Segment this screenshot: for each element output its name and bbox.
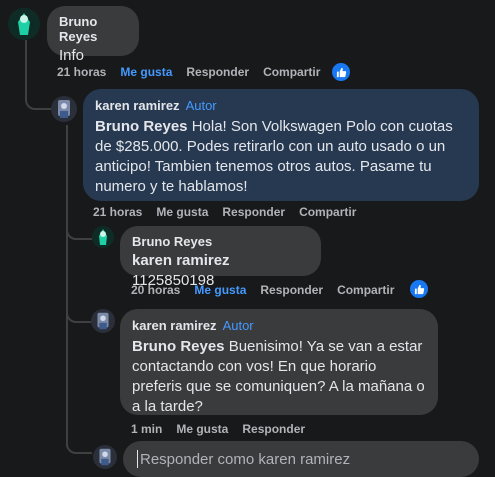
comment-author[interactable]: karen ramirez: [95, 98, 180, 113]
comment-actions: 21 horas Me gusta Responder Compartir: [93, 205, 356, 219]
reply-button[interactable]: Responder: [186, 65, 249, 79]
reply-button[interactable]: Responder: [260, 283, 323, 297]
like-button[interactable]: Me gusta: [194, 283, 246, 297]
share-button[interactable]: Compartir: [337, 283, 394, 297]
user-avatar-icon: [92, 226, 114, 248]
thread-line-reply: [66, 125, 68, 447]
thread-curve: [66, 222, 92, 240]
comment-actions: 20 horas Me gusta Responder Compartir: [131, 283, 394, 297]
comment-bubble: Bruno Reyes Info: [47, 6, 139, 64]
avatar[interactable]: [91, 309, 115, 333]
like-button[interactable]: Me gusta: [176, 422, 228, 436]
thumbs-up-icon: [414, 284, 424, 294]
text-cursor: [137, 450, 138, 468]
thread-curve: [66, 305, 92, 323]
reply-button[interactable]: Responder: [222, 205, 285, 219]
avatar[interactable]: [92, 226, 114, 248]
like-button[interactable]: Me gusta: [156, 205, 208, 219]
comment-time[interactable]: 21 horas: [93, 205, 142, 219]
comment-time[interactable]: 21 horas: [57, 65, 106, 79]
avatar[interactable]: [51, 96, 77, 122]
thread-curve: [25, 88, 51, 110]
comment-text: Info: [59, 47, 85, 64]
author-badge: Autor: [222, 318, 254, 333]
reaction-badge[interactable]: [330, 61, 352, 83]
user-avatar-icon: [93, 445, 117, 469]
reaction-badge[interactable]: [408, 278, 430, 300]
comment-actions: 1 min Me gusta Responder: [131, 422, 305, 436]
avatar[interactable]: [8, 8, 40, 40]
mention-tag[interactable]: Bruno Reyes: [132, 338, 225, 355]
share-button[interactable]: Compartir: [263, 65, 320, 79]
comment-author[interactable]: Bruno Reyes: [132, 234, 309, 249]
comment-author[interactable]: karen ramirez: [132, 318, 217, 333]
thread-curve: [66, 436, 92, 454]
user-avatar-icon: [91, 309, 115, 333]
comment-bubble: karen ramirez Autor Bruno Reyes Buenisimo…: [120, 309, 438, 415]
reply-placeholder: Responder como karen ramirez: [140, 450, 351, 468]
author-badge: Autor: [185, 98, 217, 113]
user-avatar-icon: [51, 96, 77, 122]
comment-text: Bruno Reyes Hola! Son Volkswagen Polo co…: [95, 117, 467, 197]
thumbs-up-icon: [336, 67, 346, 77]
comment-text: Bruno Reyes Buenisimo! Ya se van a estar…: [132, 337, 426, 417]
mention-tag[interactable]: Bruno Reyes: [95, 118, 188, 135]
like-button[interactable]: Me gusta: [120, 65, 172, 79]
reply-button[interactable]: Responder: [242, 422, 305, 436]
comment-time[interactable]: 20 horas: [131, 283, 180, 297]
reply-input[interactable]: Responder como karen ramirez: [123, 441, 479, 477]
comment-author[interactable]: Bruno Reyes: [59, 14, 127, 44]
comment-bubble: Bruno Reyes karen ramirez 1125850198: [120, 226, 321, 289]
share-button[interactable]: Compartir: [299, 205, 356, 219]
user-avatar-icon: [8, 8, 40, 40]
comment-time[interactable]: 1 min: [131, 422, 162, 436]
avatar: [93, 445, 117, 469]
comment-bubble: karen ramirez Autor Bruno Reyes Hola! Son…: [83, 89, 479, 201]
mention-tag[interactable]: karen ramirez: [132, 252, 230, 269]
comment-actions: 21 horas Me gusta Responder Compartir: [57, 65, 320, 79]
